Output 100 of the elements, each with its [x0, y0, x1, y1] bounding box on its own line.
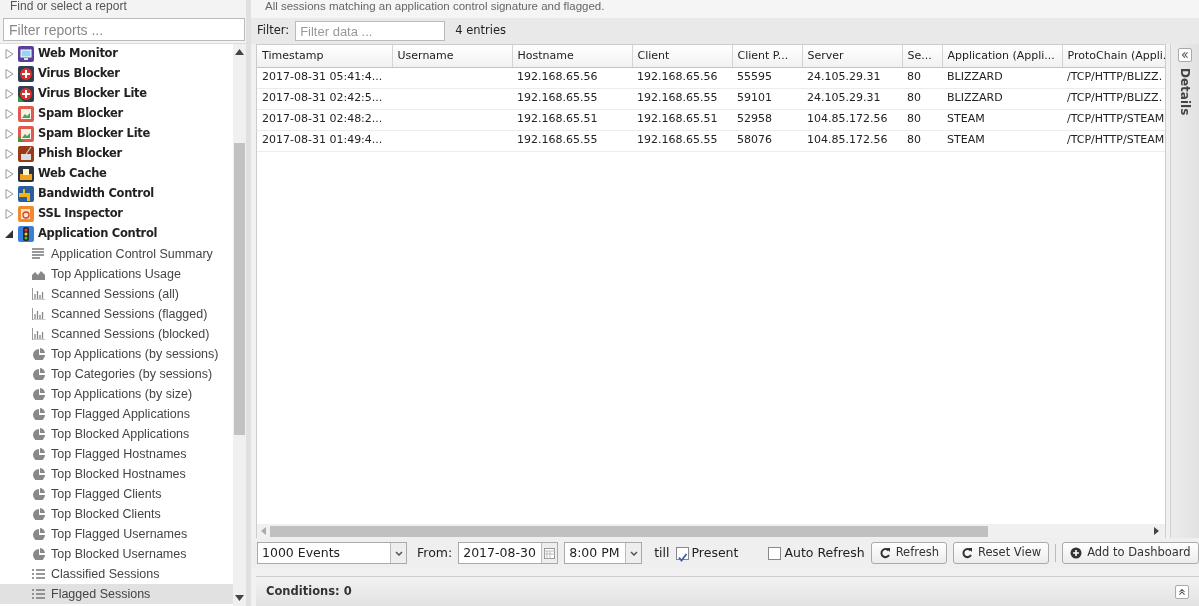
tree-item[interactable]: Top Applications Usage [0, 264, 233, 284]
caret-icon[interactable] [394, 550, 403, 556]
table-cell: 104.85.172.56 [802, 109, 902, 130]
column-header[interactable]: Username [392, 45, 512, 67]
tree-item[interactable]: Top Blocked Applications [0, 424, 233, 444]
tree-item[interactable]: SSL Inspector [0, 204, 233, 224]
tree-item[interactable]: Top Flagged Hostnames [0, 444, 233, 464]
tree-item[interactable]: Scanned Sessions (blocked) [0, 324, 233, 344]
scrollbar-thumb[interactable] [234, 143, 245, 435]
tree-item[interactable]: Application Control [0, 224, 233, 244]
table-cell: STEAM [942, 130, 1062, 151]
toolbar-button[interactable]: Reset View [953, 542, 1050, 564]
bar-chart-icon [32, 288, 46, 300]
tree-item[interactable]: Top Blocked Usernames [0, 544, 233, 564]
table-cell: BLIZZARD [942, 67, 1062, 88]
date-field[interactable]: 2017-08-30 [458, 542, 559, 564]
tree-item[interactable]: Spam Blocker Lite [0, 124, 233, 144]
tree-item[interactable]: Top Categories (by sessions) [0, 364, 233, 384]
scrollbar[interactable] [233, 44, 246, 606]
report-description: All sessions matching an application control signature and flagged. [251, 0, 1199, 18]
table-cell: 80 [902, 67, 942, 88]
tree-item[interactable]: Scanned Sessions (flagged) [0, 304, 233, 324]
box-icon [18, 166, 34, 182]
pie-chart-icon [32, 388, 46, 400]
column-header[interactable]: Client [632, 45, 732, 67]
tree-item[interactable]: Scanned Sessions (all) [0, 284, 233, 304]
tree-item[interactable]: Top Flagged Applications [0, 404, 233, 424]
table-cell: 192.168.65.55 [512, 88, 632, 109]
table-cell: 192.168.65.55 [632, 130, 732, 151]
pie-chart-icon [32, 548, 46, 560]
table-cell: 2017-08-31 01:49:4... [257, 130, 392, 151]
event-limit-dropdown[interactable]: 1000 Events [257, 542, 407, 564]
till-label: till [654, 543, 670, 562]
tree-item[interactable]: Web Cache [0, 164, 233, 184]
table-cell: 80 [902, 88, 942, 109]
table-cell: 24.105.29.31 [802, 67, 902, 88]
toolbar-button[interactable]: Add to Dashboard [1062, 542, 1199, 564]
tree-item[interactable]: Virus Blocker [0, 64, 233, 84]
table-cell: 192.168.65.55 [632, 88, 732, 109]
tree-item[interactable]: Top Flagged Clients [0, 484, 233, 504]
tree-item[interactable]: Top Blocked Hostnames [0, 464, 233, 484]
tree-item[interactable]: Top Flagged Usernames [0, 524, 233, 544]
tree-item[interactable]: Web Monitor [0, 44, 233, 64]
table-cell: 80 [902, 109, 942, 130]
tree-item[interactable]: Virus Blocker Lite [0, 84, 233, 104]
table-cell: 55595 [732, 67, 802, 88]
tree-item[interactable]: Top Applications (by sessions) [0, 344, 233, 364]
column-header[interactable]: Se... [902, 45, 942, 67]
tree-item[interactable]: Top Applications (by size) [0, 384, 233, 404]
auto-refresh-checkbox[interactable]: Auto Refresh [768, 543, 865, 563]
column-header[interactable]: Application (Appli... [942, 45, 1062, 67]
monitor-icon [18, 46, 34, 62]
pie-chart-icon [32, 368, 46, 380]
column-header[interactable]: ProtoChain (Appli. [1062, 45, 1165, 67]
details-title: Details [1177, 68, 1193, 116]
tree-item[interactable]: Bandwidth Control [0, 184, 233, 204]
time-dropdown[interactable]: 8:00 PM [564, 542, 643, 564]
add-icon [1070, 547, 1083, 559]
calendar-icon[interactable] [544, 547, 556, 559]
tree-item[interactable]: Phish Blocker [0, 144, 233, 164]
present-checkbox[interactable]: Present [675, 543, 739, 563]
scroll-up-icon[interactable] [235, 49, 244, 55]
refresh-icon [961, 547, 974, 559]
conditions-label: Conditions: 0 [266, 582, 352, 600]
table-cell: 104.85.172.56 [802, 130, 902, 151]
tree-item[interactable]: Classified Sessions [0, 564, 233, 584]
pie-chart-icon [32, 448, 46, 460]
table-cell: 2017-08-31 02:48:2... [257, 109, 392, 130]
filter-data-field[interactable]: Filter data ... [295, 21, 446, 41]
toolbar-button[interactable]: Refresh [870, 542, 948, 564]
tree-item[interactable]: Application Control Summary [0, 244, 233, 264]
check-icon [676, 551, 688, 563]
scroll-left-icon[interactable] [261, 527, 266, 535]
area-chart-icon [32, 268, 46, 280]
tree-item[interactable]: Top Blocked Clients [0, 504, 233, 524]
column-header[interactable]: Client P... [732, 45, 802, 67]
column-header[interactable]: Hostname [512, 45, 632, 67]
expand-icon[interactable] [1175, 584, 1189, 599]
filter-reports-field[interactable]: Filter reports ... [3, 18, 245, 41]
refresh-icon [878, 547, 891, 559]
tree-item[interactable]: Spam Blocker [0, 104, 233, 124]
scroll-down-icon[interactable] [235, 595, 244, 601]
collapse-icon[interactable] [5, 229, 14, 239]
entry-count: 4 entries [455, 22, 506, 40]
pie-chart-icon [32, 408, 46, 420]
table-cell: 80 [902, 130, 942, 151]
tree-item[interactable]: Flagged Sessions [0, 584, 233, 604]
scrollbar-thumb[interactable] [270, 525, 988, 537]
scroll-right-icon[interactable] [1154, 527, 1159, 535]
table-cell: 192.168.65.55 [512, 130, 632, 151]
column-header[interactable]: Server [802, 45, 902, 67]
pie-chart-icon [32, 428, 46, 440]
caret-icon[interactable] [629, 550, 638, 556]
horizontal-scrollbar[interactable] [257, 524, 1165, 538]
table-cell: STEAM [942, 109, 1062, 130]
column-header[interactable]: Timestamp [257, 45, 392, 67]
table-cell: 58076 [732, 130, 802, 151]
traffic-light-icon [18, 226, 34, 242]
bar-chart-icon [32, 308, 46, 320]
pie-chart-icon [32, 528, 46, 540]
